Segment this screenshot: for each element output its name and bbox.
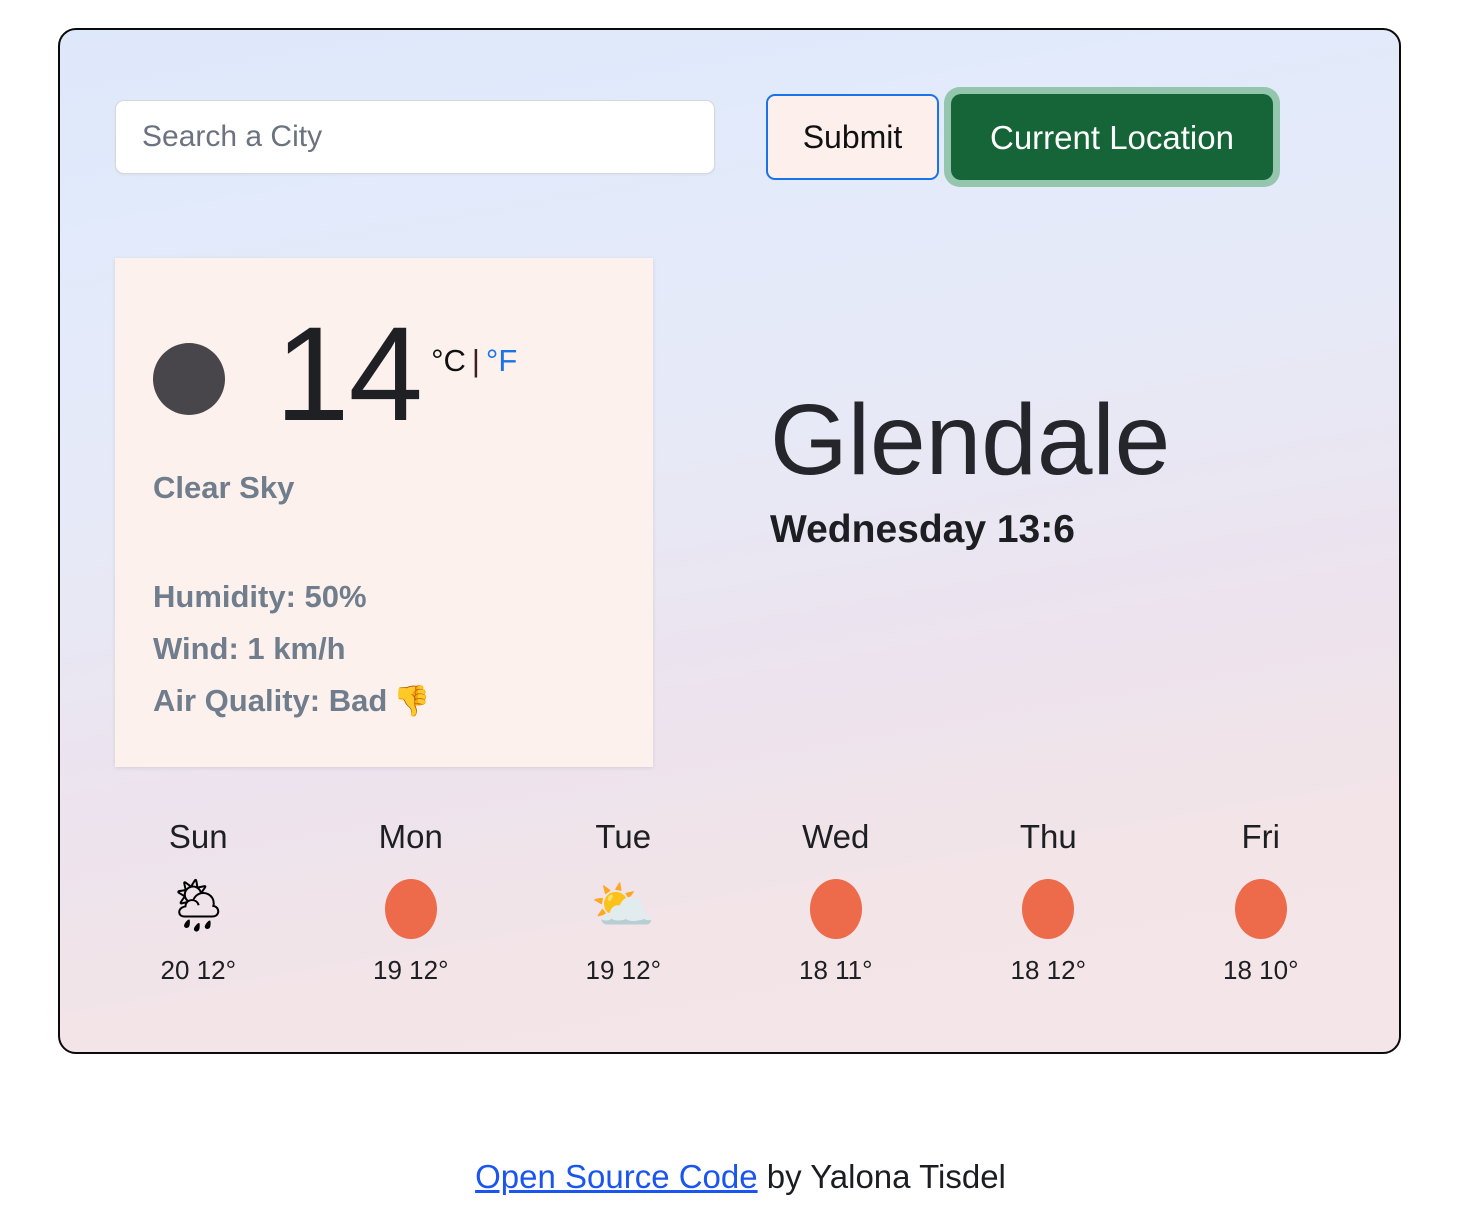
submit-button[interactable]: Submit — [766, 94, 939, 180]
black-circle-icon — [153, 343, 225, 415]
current-location-focus-ring: Current Location — [944, 87, 1280, 187]
search-row: Submit Current Location — [115, 87, 1280, 187]
forecast-day-label: Fri — [1241, 818, 1280, 855]
weather-condition-label: Clear Sky — [153, 470, 295, 505]
city-name: Glendale — [770, 384, 1171, 496]
forecast-day-temps: 20 12° — [160, 955, 236, 985]
forecast-day: Tue ⛅ 19 12° — [517, 820, 730, 986]
sun-glyph — [1022, 879, 1075, 940]
air-quality-row: Air Quality: Bad 👎 — [153, 675, 431, 727]
sun-glyph — [384, 879, 437, 940]
weather-details: Humidity: 50% Wind: 1 km/h Air Quality: … — [153, 571, 431, 728]
wind-value: Wind: 1 km/h — [153, 631, 346, 667]
local-datetime: Wednesday 13:6 — [770, 508, 1075, 551]
forecast-day: Fri 18 10° — [1155, 820, 1368, 986]
air-quality-value: Air Quality: Bad — [153, 683, 388, 719]
search-input[interactable] — [115, 100, 715, 174]
current-temperature: 14 — [275, 300, 423, 449]
forecast-day-temps: 19 12° — [373, 955, 449, 985]
forecast-day-temps: 19 12° — [585, 955, 661, 985]
sun-icon — [305, 873, 518, 940]
weather-app-container: Submit Current Location 14 °C|°F Clear S… — [58, 28, 1401, 1054]
sun-behind-rain-cloud-icon: 🌦 — [165, 877, 232, 935]
forecast-row: Sun 🌦 20 12° Mon 19 12° Tue ⛅ 19 12° Wed 18 11° Th… — [92, 820, 1367, 986]
sun-icon — [1155, 873, 1368, 940]
forecast-day: Mon 19 12° — [305, 820, 518, 986]
humidity-value: Humidity: 50% — [153, 579, 367, 614]
forecast-day: Thu 18 12° — [942, 820, 1155, 986]
forecast-day-label: Tue — [595, 818, 652, 855]
current-weather-card: 14 °C | °F Clear Sky Humidity: 50% Wind: 1… — [115, 258, 653, 767]
forecast-day-label: Thu — [1019, 818, 1077, 855]
sun-icon — [942, 873, 1155, 940]
forecast-day: Sun 🌦 20 12° — [92, 820, 305, 986]
open-source-code-link[interactable]: Open Source Code — [475, 1158, 758, 1195]
unit-separator: | — [471, 343, 480, 378]
sun-behind-cloud-icon: ⛅ — [590, 877, 656, 935]
footer: Open Source Code by Yalona Tisdel — [0, 1158, 1481, 1196]
unit-toggle[interactable]: °C | °F — [431, 343, 517, 379]
forecast-day-temps: 18 11° — [798, 955, 873, 985]
forecast-day-temps: 18 12° — [1010, 955, 1086, 985]
temperature-row: 14 °C | °F — [153, 300, 517, 449]
footer-credit: by Yalona Tisdel — [757, 1158, 1006, 1195]
location-block: Glendale Wednesday 13:6 — [770, 390, 1170, 552]
forecast-day-label: Wed — [802, 818, 870, 855]
unit-fahrenheit-option[interactable]: °F — [486, 343, 517, 378]
forecast-day-label: Mon — [378, 818, 443, 855]
sun-icon — [730, 873, 943, 940]
thumbs-down-icon: 👎 — [393, 685, 431, 719]
forecast-day-label: Sun — [168, 818, 228, 855]
forecast-day: Wed 18 11° — [730, 820, 943, 986]
forecast-day-temps: 18 10° — [1223, 955, 1299, 985]
sun-glyph — [809, 879, 862, 940]
current-location-button[interactable]: Current Location — [951, 94, 1273, 180]
sun-glyph — [1234, 879, 1287, 940]
unit-celsius-option[interactable]: °C — [431, 343, 466, 378]
